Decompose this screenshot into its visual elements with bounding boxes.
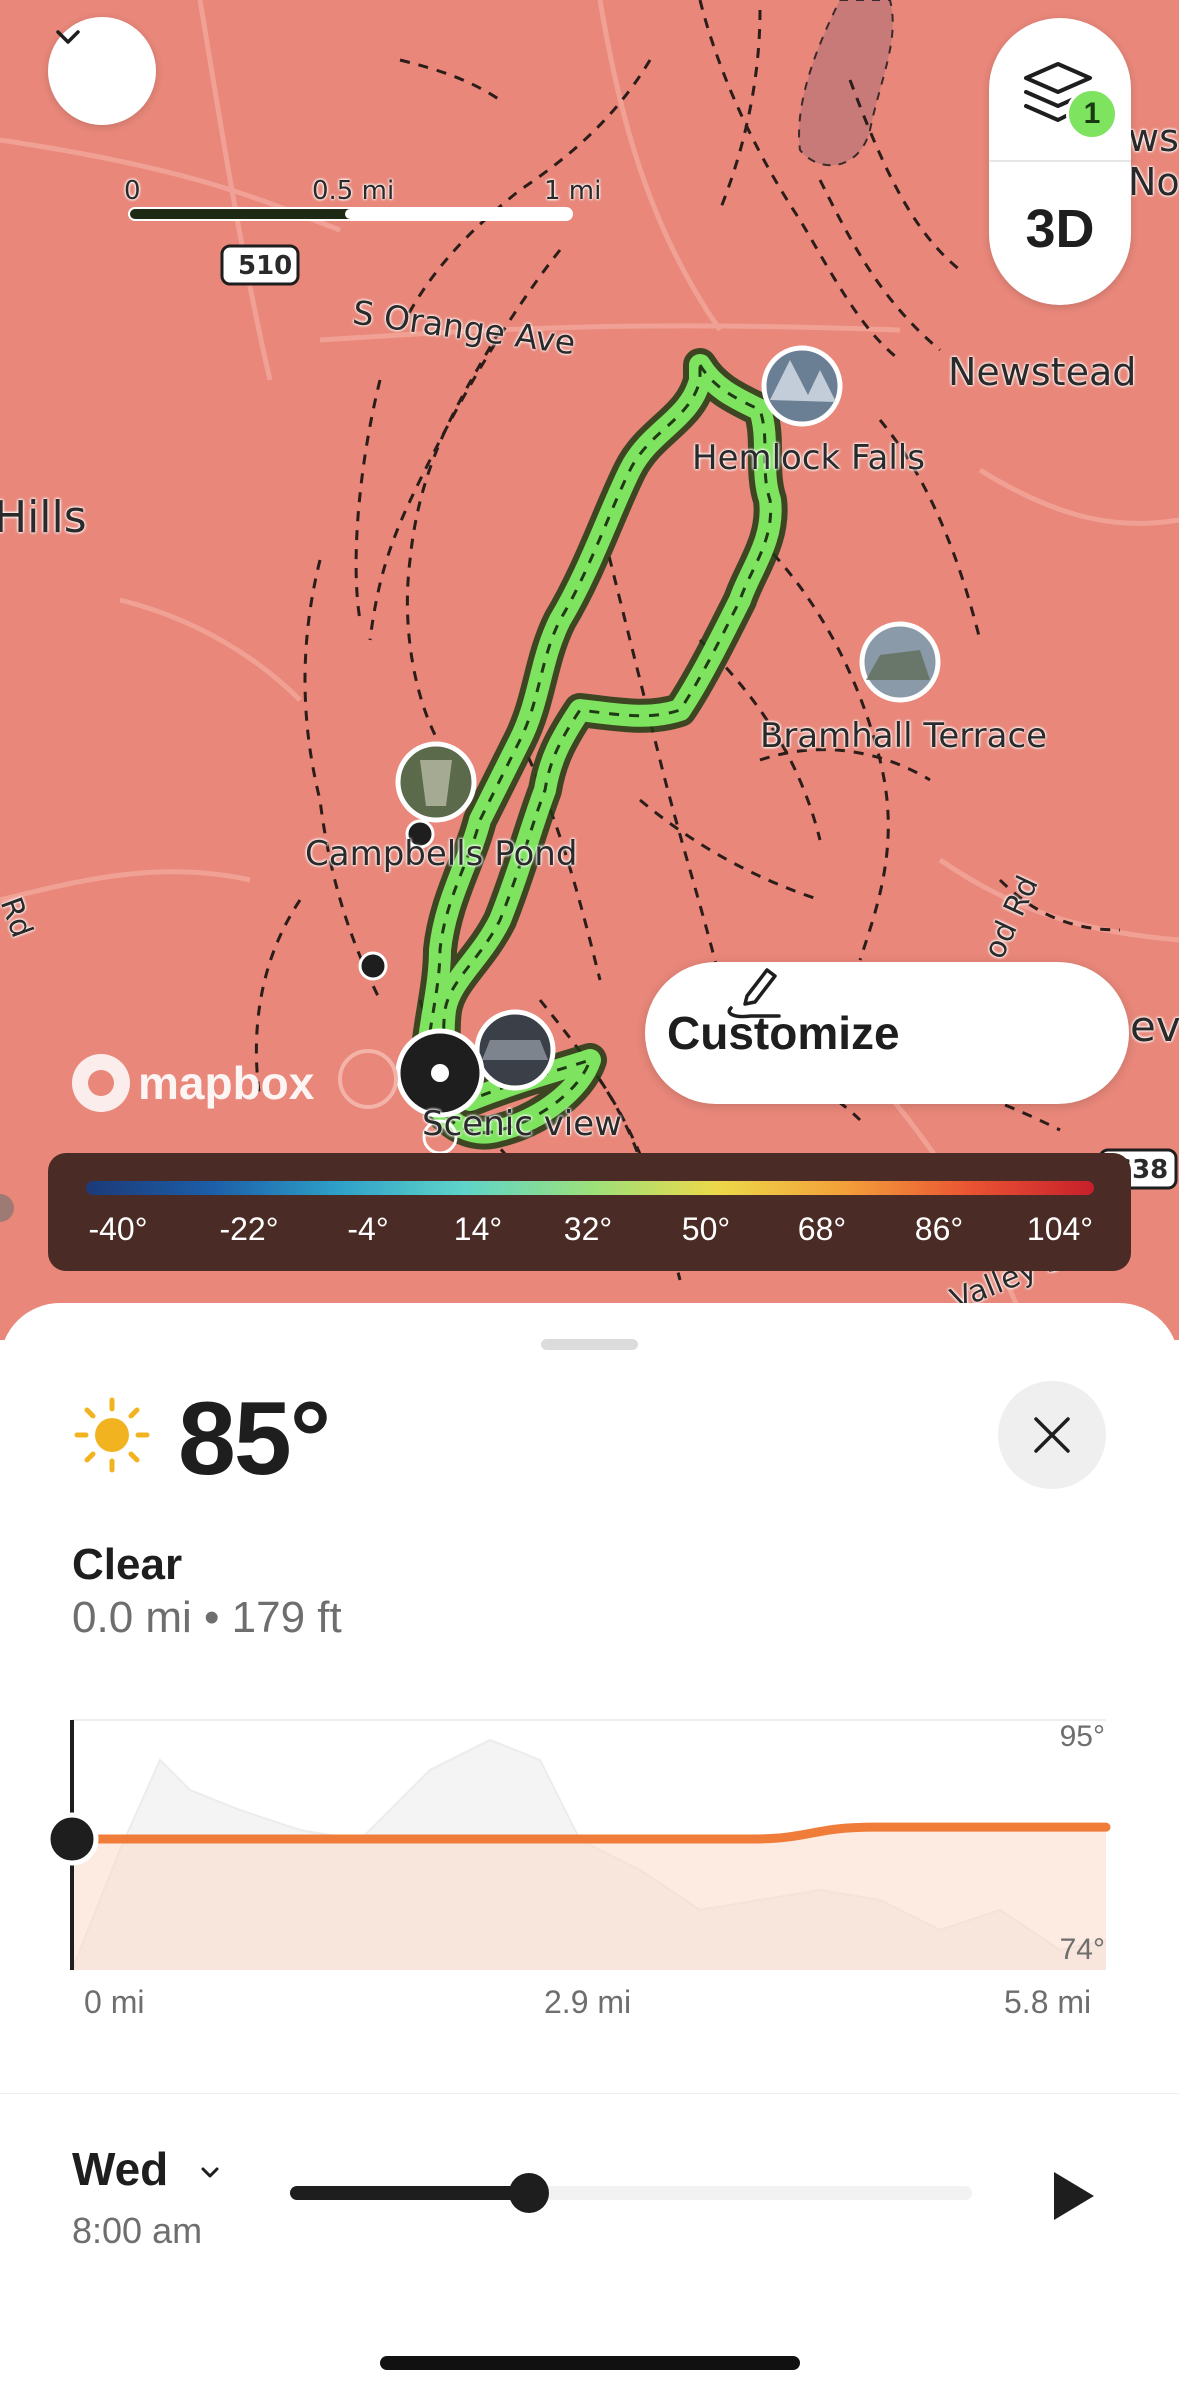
temperature-legend: -40° -22° -4° 14° 32° 50° 68° 86° 104°: [48, 1153, 1131, 1271]
temperature-chart[interactable]: 95° 74° 0 mi 2.9 mi 5.8 mi: [0, 1700, 1179, 2020]
map-label-scenic-view[interactable]: Scenic view: [422, 1104, 622, 1144]
time-slider[interactable]: [290, 2173, 972, 2213]
map-label-hills: Hills: [0, 492, 87, 543]
legend-tick: 104°: [1026, 1211, 1094, 1247]
mapbox-wordmark: mapbox: [138, 1057, 315, 1109]
legend-tick: -40°: [88, 1211, 148, 1247]
sheet-grabber[interactable]: [541, 1339, 638, 1350]
mapbox-attribution[interactable]: mapbox: [72, 1054, 314, 1112]
time-slider-thumb[interactable]: [508, 2173, 549, 2213]
3d-toggle-button[interactable]: 3D: [989, 198, 1131, 260]
y-label-max: 95°: [1059, 1720, 1105, 1753]
customize-button[interactable]: Customize: [645, 962, 1129, 1104]
temperature-chart-svg: [45, 1719, 1111, 1971]
layers-button[interactable]: 1: [989, 18, 1131, 160]
play-icon[interactable]: [1042, 2166, 1102, 2226]
distance-elevation: 0.0 mi • 179 ft: [72, 1593, 342, 1642]
x-label-start: 0 mi: [84, 1984, 145, 2020]
sun-icon: [74, 1397, 150, 1473]
legend-tick: -22°: [219, 1211, 279, 1247]
weather-condition: Clear: [72, 1540, 183, 1589]
route-shield-510: 510: [238, 251, 293, 281]
time-slider-fill: [290, 2186, 529, 2200]
scale-label-0: 0: [124, 176, 141, 206]
map-label-no: No: [1128, 160, 1179, 204]
current-temperature: 85°: [178, 1381, 331, 1497]
scale-label-1: 1 mi: [544, 176, 602, 206]
close-icon: [1034, 1417, 1070, 1453]
day-selector[interactable]: Wed: [72, 2142, 225, 2196]
map-label-bramhall-terrace[interactable]: Bramhall Terrace: [760, 716, 1047, 756]
map-label-newstead: Newstead: [948, 350, 1137, 394]
map-view[interactable]: 0 0.5 mi 1 mi 510 638 577 S Orange Ave N…: [0, 0, 1179, 1340]
legend-tick: 50°: [681, 1211, 731, 1247]
legend-tick: 68°: [797, 1211, 847, 1247]
home-indicator: [380, 2356, 800, 2370]
mapbox-logo-icon: [72, 1054, 130, 1112]
legend-tick: 14°: [453, 1211, 503, 1247]
map-label-ws: ws: [1128, 116, 1179, 160]
legend-tick: 32°: [563, 1211, 613, 1247]
map-label-ev: ev: [1130, 1002, 1179, 1051]
map-label-campbells-pond[interactable]: Campbells Pond: [305, 834, 577, 874]
time-label: 8:00 am: [72, 2210, 203, 2251]
x-label-mid: 2.9 mi: [544, 1984, 632, 2020]
legend-tick: 86°: [914, 1211, 964, 1247]
chevron-down-icon: [201, 2167, 219, 2178]
day-label: Wed: [72, 2143, 169, 2195]
collapse-button[interactable]: [48, 17, 156, 125]
chevron-down-icon: [56, 30, 80, 44]
temperature-gradient-bar: [86, 1181, 1094, 1195]
scale-label-half: 0.5 mi: [312, 176, 395, 206]
map-controls: 1 3D: [989, 18, 1131, 305]
x-label-end: 5.8 mi: [1004, 1984, 1092, 2020]
layers-count-badge: 1: [1066, 88, 1118, 140]
map-label-hemlock-falls[interactable]: Hemlock Falls: [692, 438, 925, 478]
pencil-edit-icon: [727, 968, 781, 1019]
legend-tick: -4°: [347, 1211, 389, 1247]
y-label-min: 74°: [1059, 1933, 1105, 1966]
close-button[interactable]: [998, 1381, 1106, 1489]
controls-divider: [989, 160, 1131, 162]
